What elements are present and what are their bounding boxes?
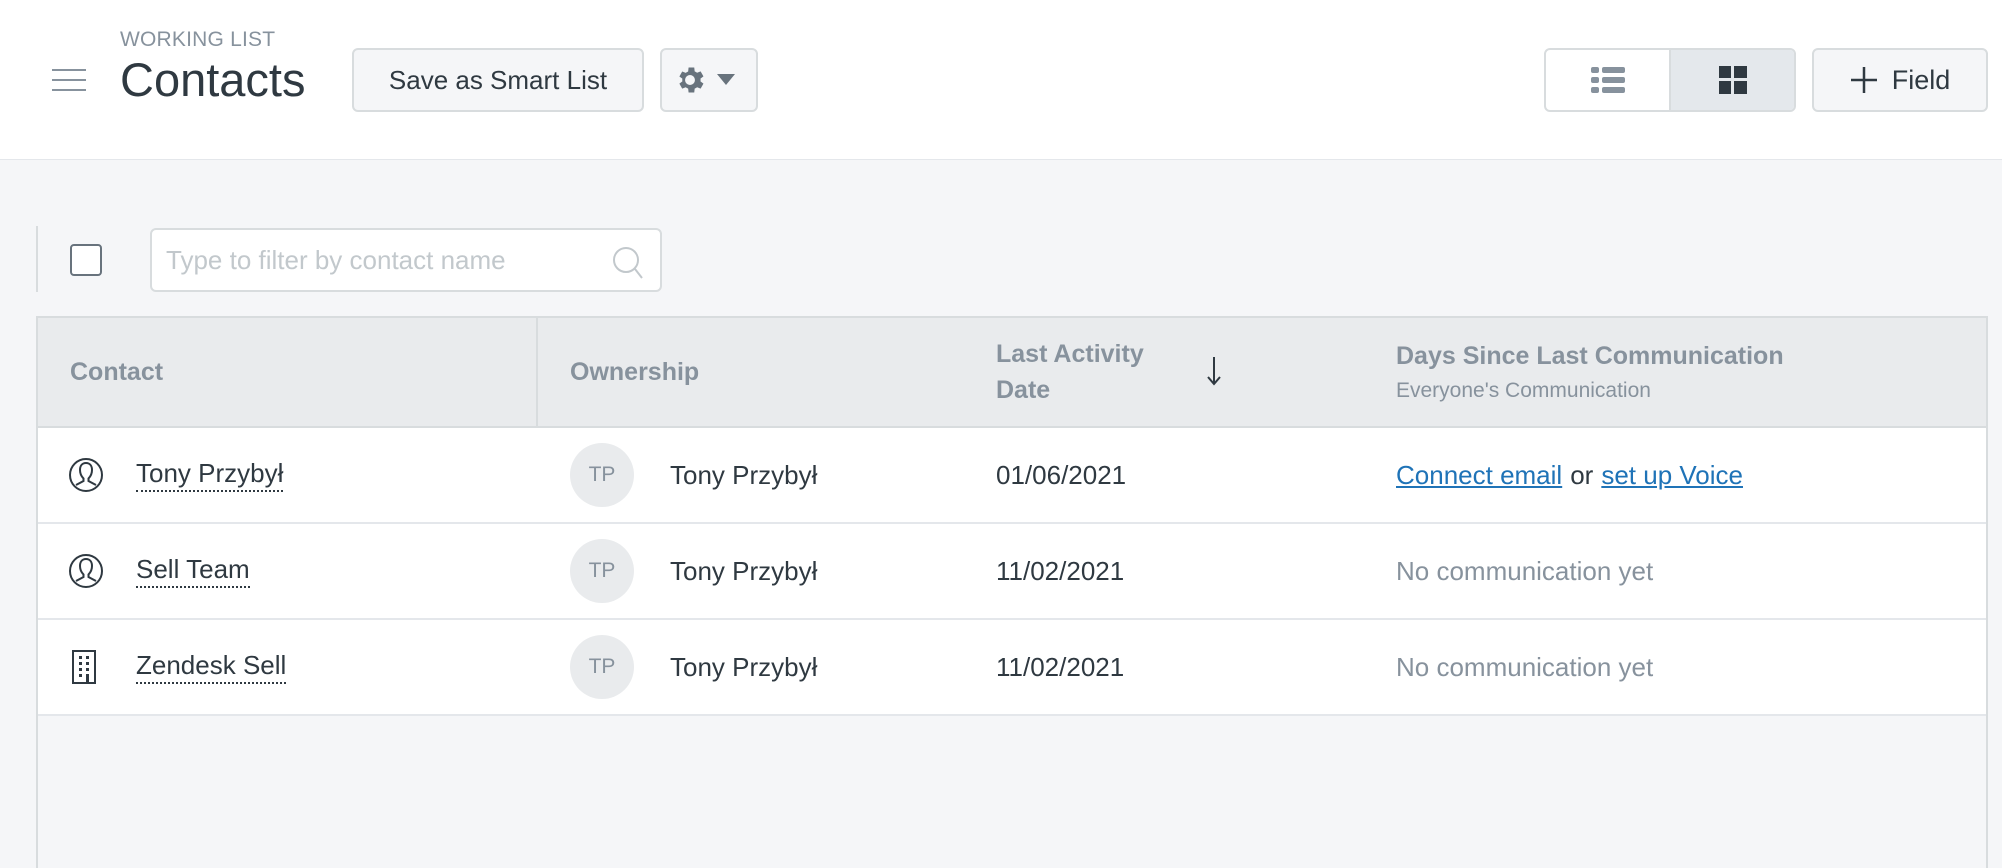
add-field-button[interactable]: Field bbox=[1812, 48, 1988, 112]
connect-email-link[interactable]: Connect email bbox=[1396, 460, 1562, 491]
sort-descending-icon[interactable] bbox=[1206, 356, 1222, 386]
days-since-cell: No communication yet bbox=[1396, 555, 1654, 586]
grid-view-icon bbox=[1718, 66, 1747, 94]
owner-name: Tony Przybył bbox=[670, 459, 818, 490]
list-view-button[interactable] bbox=[1546, 50, 1669, 110]
days-since-title: Days Since Last Communication bbox=[1396, 341, 1784, 370]
contact-name-link[interactable]: Zendesk Sell bbox=[136, 650, 287, 684]
menu-icon[interactable] bbox=[52, 69, 86, 91]
select-all-checkbox[interactable] bbox=[70, 244, 102, 276]
plus-icon bbox=[1850, 67, 1877, 93]
add-field-label: Field bbox=[1891, 64, 1951, 95]
table-row: Sell Team TP Tony Przybył 11/02/2021 No … bbox=[38, 524, 1986, 620]
column-header-last-activity[interactable]: Last Activity Date bbox=[996, 318, 1166, 426]
column-header-ownership[interactable]: Ownership bbox=[570, 318, 699, 426]
table-header: Contact Ownership Last Activity Date Day… bbox=[38, 318, 1986, 428]
or-text: or bbox=[1570, 459, 1594, 490]
owner-name: Tony Przybył bbox=[670, 555, 818, 586]
gear-icon bbox=[679, 67, 704, 93]
save-as-smart-list-button[interactable]: Save as Smart List bbox=[352, 48, 644, 112]
contact-name-link[interactable]: Tony Przybył bbox=[136, 458, 284, 492]
contact-filter-search bbox=[150, 228, 662, 292]
column-header-days-since[interactable]: Days Since Last Communication Everyone's… bbox=[1396, 318, 1784, 426]
owner-avatar: TP bbox=[570, 635, 634, 699]
view-toggle bbox=[1544, 48, 1796, 112]
owner-avatar: TP bbox=[570, 539, 634, 603]
chevron-down-icon bbox=[717, 74, 735, 85]
contact-name-link[interactable]: Sell Team bbox=[136, 554, 250, 588]
search-icon[interactable] bbox=[612, 246, 644, 280]
owner-name: Tony Przybył bbox=[670, 651, 818, 682]
person-icon bbox=[69, 458, 103, 492]
days-since-cell: Connect email or set up Voice bbox=[1396, 428, 1743, 522]
list-type-label: WORKING LIST bbox=[120, 28, 276, 51]
grid-view-button[interactable] bbox=[1669, 50, 1794, 110]
column-header-contact[interactable]: Contact bbox=[70, 318, 163, 426]
table-body: Tony Przybył TP Tony Przybył 01/06/2021 … bbox=[38, 428, 1986, 716]
last-activity-date: 01/06/2021 bbox=[996, 459, 1127, 490]
page-header: WORKING LIST Contacts Save as Smart List bbox=[0, 0, 2002, 160]
last-activity-date: 11/02/2021 bbox=[996, 555, 1125, 586]
toolbar-divider bbox=[36, 226, 38, 292]
settings-dropdown-button[interactable] bbox=[660, 48, 758, 112]
person-icon bbox=[69, 554, 103, 588]
table-row: Zendesk Sell TP Tony Przybył 11/02/2021 … bbox=[38, 620, 1986, 716]
building-icon bbox=[72, 650, 96, 684]
table-row: Tony Przybył TP Tony Przybył 01/06/2021 … bbox=[38, 428, 1986, 524]
owner-avatar: TP bbox=[570, 443, 634, 507]
last-activity-date: 11/02/2021 bbox=[996, 651, 1125, 682]
list-view-icon bbox=[1590, 67, 1625, 93]
setup-voice-link[interactable]: set up Voice bbox=[1601, 460, 1743, 491]
days-since-cell: No communication yet bbox=[1396, 651, 1654, 682]
page-title: Contacts bbox=[120, 53, 306, 106]
days-since-subtitle: Everyone's Communication bbox=[1396, 378, 1651, 402]
contact-filter-input[interactable] bbox=[166, 240, 596, 280]
contacts-table: Contact Ownership Last Activity Date Day… bbox=[36, 316, 1988, 868]
